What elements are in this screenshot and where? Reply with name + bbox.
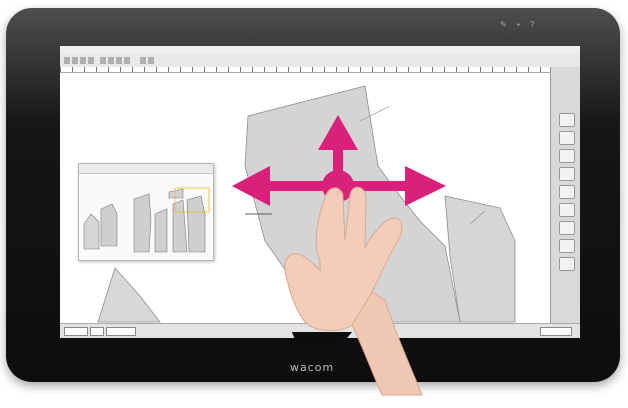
tablet-screen xyxy=(60,46,580,338)
tool-pencil[interactable] xyxy=(559,185,575,199)
tool-button[interactable] xyxy=(148,57,154,64)
tool-pen[interactable] xyxy=(559,167,575,181)
tool-digitize[interactable] xyxy=(559,149,575,163)
app-statusbar xyxy=(60,323,580,338)
tool-button[interactable] xyxy=(72,57,78,64)
tool-mark[interactable] xyxy=(559,203,575,217)
tool-scissors[interactable] xyxy=(559,221,575,235)
brand-logo: wacom xyxy=(290,361,335,374)
tool-button[interactable] xyxy=(80,57,86,64)
bezel-status-icons: ✎ ▪ ? xyxy=(500,20,542,29)
status-field[interactable] xyxy=(64,327,88,336)
tool-button[interactable] xyxy=(140,57,146,64)
tool-button[interactable] xyxy=(124,57,130,64)
tool-button[interactable] xyxy=(100,57,106,64)
right-tool-panel xyxy=(550,67,580,323)
tool-button[interactable] xyxy=(116,57,122,64)
status-field[interactable] xyxy=(106,327,136,336)
tool-redo[interactable] xyxy=(559,257,575,271)
tool-button[interactable] xyxy=(64,57,70,64)
settings-icon: ▪ xyxy=(516,20,520,29)
preview-pattern-pieces xyxy=(83,187,210,253)
help-icon: ? xyxy=(530,20,535,29)
tool-button[interactable] xyxy=(88,57,94,64)
pattern-preview-window[interactable] xyxy=(78,163,214,261)
wireless-icon: ✎ xyxy=(500,20,507,29)
tool-undo[interactable] xyxy=(559,239,575,253)
tool-button[interactable] xyxy=(108,57,114,64)
pattern-piece-small[interactable] xyxy=(97,267,161,323)
status-field[interactable] xyxy=(540,327,572,336)
tool-select[interactable] xyxy=(559,113,575,127)
preview-title-bar[interactable] xyxy=(79,164,213,174)
status-field[interactable] xyxy=(90,327,104,336)
tool-measure[interactable] xyxy=(559,131,575,145)
pattern-piece-front[interactable] xyxy=(244,85,461,323)
